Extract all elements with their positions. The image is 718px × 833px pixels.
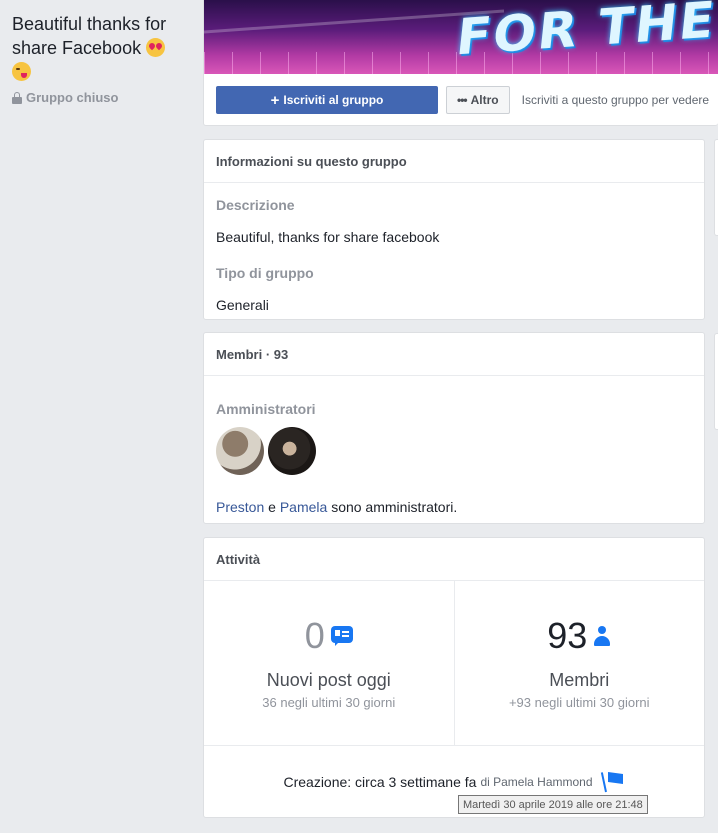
plus-icon: +	[270, 91, 280, 109]
admin-link-preston[interactable]: Preston	[216, 499, 264, 515]
group-privacy-label: Gruppo chiuso	[26, 90, 119, 105]
activity-card-title: Attività	[204, 538, 704, 581]
join-group-label: Iscriviti al gruppo	[283, 93, 384, 107]
more-label: Altro	[470, 93, 499, 107]
flag-icon	[600, 771, 625, 792]
group-actions: + Iscriviti al gruppo ••• Altro Iscrivit…	[216, 86, 709, 114]
admins-sentence: Preston e Pamela sono amministratori.	[216, 499, 692, 515]
message-icon	[330, 626, 353, 646]
about-group-card: Informazioni su questo gruppo Descrizion…	[203, 139, 705, 320]
members-stat-sub: +93 negli ultimi 30 giorni	[508, 695, 650, 710]
new-posts-label: Nuovi post oggi	[266, 670, 391, 690]
members-count: 93	[547, 615, 588, 656]
more-button[interactable]: ••• Altro	[446, 86, 510, 114]
members-card: Membri · 93 Amministratori Preston e Pam…	[203, 332, 705, 524]
description-label: Descrizione	[216, 197, 295, 213]
join-hint-text: Iscriviti a questo gruppo per vedere	[521, 93, 710, 107]
admin-avatars	[216, 427, 692, 475]
right-column-card-edge	[714, 139, 718, 236]
activity-card: Attività 0 Nuovi post oggi 36 negli ulti…	[203, 537, 705, 818]
creation-text: Creazione: circa 3 settimane fa	[283, 773, 477, 790]
group-header: FOR THE SHARE + Iscriviti al gruppo ••• …	[203, 0, 718, 126]
group-type-label: Tipo di gruppo	[216, 265, 314, 281]
cover-photo[interactable]: FOR THE SHARE	[204, 0, 718, 74]
person-icon	[593, 626, 611, 646]
description-text: Beautiful, thanks for share facebook	[216, 229, 440, 245]
winking-tongue-emoji-icon	[12, 62, 31, 81]
admins-label: Amministratori	[216, 401, 316, 417]
members-stat: 93 Membri +93 negli ultimi 30 giorni	[453, 581, 705, 745]
right-column-card-edge	[714, 333, 718, 430]
lock-icon	[12, 91, 22, 104]
join-group-button[interactable]: + Iscriviti al gruppo	[216, 86, 438, 114]
admin-link-pamela[interactable]: Pamela	[280, 499, 327, 515]
dots-icon: •••	[457, 93, 468, 107]
group-sidebar: Beautiful thanks for share Facebook Grup…	[12, 12, 197, 105]
group-name: Beautiful thanks for share Facebook	[12, 12, 197, 84]
avatar[interactable]	[268, 427, 316, 475]
group-name-text: Beautiful thanks for share Facebook	[12, 14, 167, 58]
new-posts-stat: 0 Nuovi post oggi 36 negli ultimi 30 gio…	[204, 581, 454, 745]
new-posts-count: 0	[304, 615, 325, 656]
creator-link[interactable]: di Pamela Hammond	[480, 775, 592, 789]
creation-date-tooltip: Martedì 30 aprile 2019 alle ore 21:48	[458, 795, 648, 814]
avatar[interactable]	[216, 427, 264, 475]
members-card-title[interactable]: Membri · 93	[204, 333, 704, 376]
about-card-title: Informazioni su questo gruppo	[204, 140, 704, 183]
heart-eyes-emoji-icon	[146, 38, 166, 57]
new-posts-sub: 36 negli ultimi 30 giorni	[262, 695, 396, 710]
group-privacy-status: Gruppo chiuso	[12, 90, 197, 105]
members-stat-label: Membri	[549, 670, 610, 690]
group-type-value: Generali	[216, 297, 269, 313]
admins-suffix: sono amministratori.	[331, 499, 458, 515]
admins-conjunction: e	[268, 499, 276, 515]
activity-stats: 0 Nuovi post oggi 36 negli ultimi 30 gio…	[204, 581, 704, 746]
